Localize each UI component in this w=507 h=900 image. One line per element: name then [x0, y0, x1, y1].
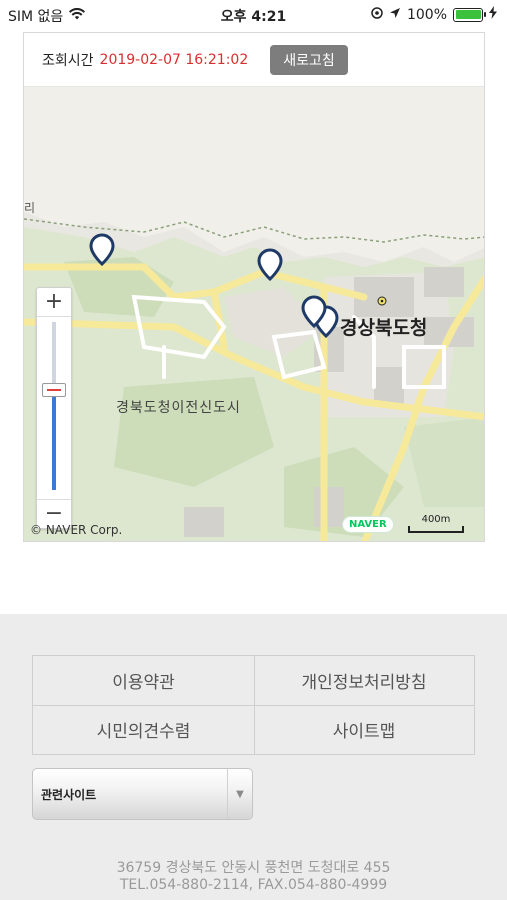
status-right: 100%	[371, 6, 497, 23]
chevron-down-icon: ▼	[227, 769, 252, 819]
site-footer: 이용약관 개인정보처리방침 시민의견수렴 사이트맵 관련사이트 ▼ 36759 …	[0, 614, 507, 900]
naver-logo[interactable]: NAVER	[342, 516, 394, 533]
location-arrow-icon	[389, 7, 401, 23]
zoom-level-fill	[52, 389, 56, 490]
map-scale-label: 400m	[421, 514, 451, 525]
map-copyright: © NAVER Corp.	[30, 523, 123, 537]
map-edge-label: 리	[24, 201, 36, 215]
map-scale-bar	[408, 526, 464, 533]
location-lock-icon	[371, 6, 383, 23]
map-area-label: 경북도청이전신도시	[116, 400, 241, 416]
map-view[interactable]: 리 경상북도청 경북도청이전신도시 + − © NAVER Corp. NAVE…	[24, 87, 484, 541]
zoom-in-button[interactable]: +	[37, 288, 71, 317]
battery-percent: 100%	[406, 6, 447, 23]
privacy-policy-link[interactable]: 개인정보처리방침	[254, 656, 474, 706]
sitemap-link[interactable]: 사이트맵	[254, 705, 474, 754]
query-time-label: 조회시간	[42, 52, 94, 69]
query-header: 조회시간 2019-02-07 16:21:02 새로고침	[24, 33, 484, 87]
zoom-slider-thumb[interactable]	[42, 383, 66, 398]
map-card: 조회시간 2019-02-07 16:21:02 새로고침 리 경상북도청 경북…	[23, 32, 485, 542]
footer-address: 36759 경상북도 안동시 풍천면 도청대로 455	[116, 860, 391, 876]
footer-link-grid: 이용약관 개인정보처리방침 시민의견수렴 사이트맵	[32, 655, 475, 755]
query-time-value: 2019-02-07 16:21:02	[99, 51, 249, 68]
related-sites-select[interactable]: 관련사이트 ▼	[32, 768, 253, 820]
map-scale: 400m	[408, 514, 464, 533]
related-sites-value: 관련사이트	[41, 788, 97, 802]
charging-icon	[489, 6, 497, 23]
footer-contact: TEL.054-880-2114, FAX.054-880-4999	[119, 877, 388, 893]
citizen-feedback-link[interactable]: 시민의견수렴	[33, 705, 255, 754]
zoom-slider-track[interactable]	[52, 322, 56, 490]
status-bar: SIM 없음 오후 4:21 100%	[0, 0, 507, 30]
zoom-control: + −	[36, 287, 72, 529]
map-landmark-label: 경상북도청	[340, 317, 428, 339]
battery-icon	[453, 7, 486, 22]
terms-link[interactable]: 이용약관	[33, 656, 255, 706]
refresh-button[interactable]: 새로고침	[270, 44, 348, 75]
